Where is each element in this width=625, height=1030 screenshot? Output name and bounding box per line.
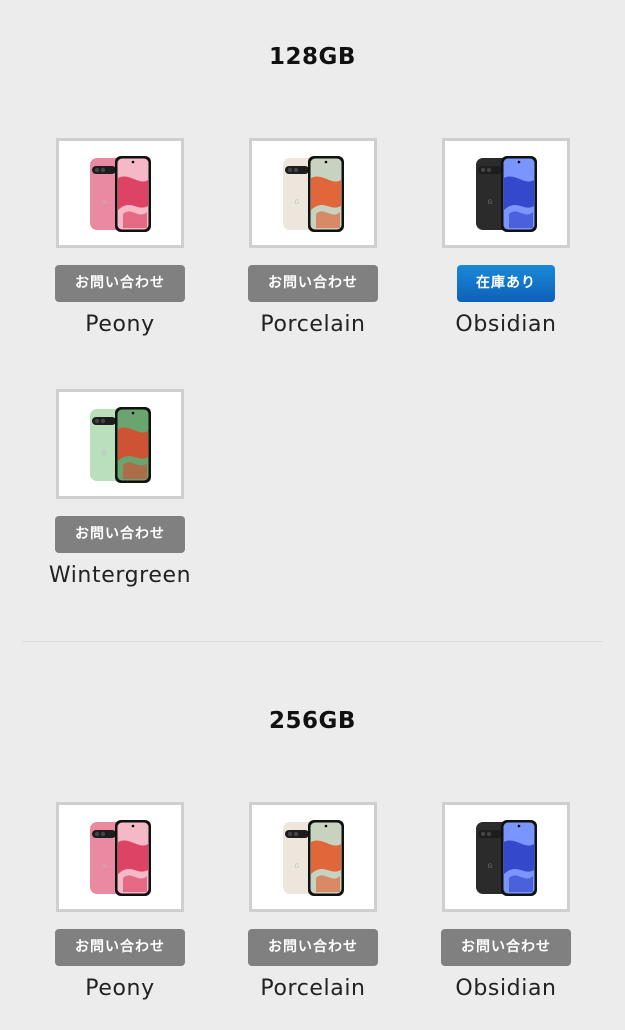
product-thumbnail[interactable]: G <box>56 389 184 499</box>
color-name: Peony <box>85 976 155 1001</box>
phone-image-icon: G <box>283 156 344 232</box>
product-thumbnail[interactable]: G <box>249 138 377 248</box>
svg-text:G: G <box>295 863 300 870</box>
in-stock-badge[interactable]: 在庫あり <box>457 265 555 302</box>
svg-text:G: G <box>102 863 107 870</box>
product-thumbnail[interactable]: G <box>442 138 570 248</box>
color-name: Peony <box>85 312 155 337</box>
status-badge[interactable]: お問い合わせ <box>248 265 378 302</box>
product-thumbnail[interactable]: G <box>56 802 184 912</box>
color-option-peony[interactable]: G お問い合わせ Peony <box>40 138 200 338</box>
phone-image-icon: G <box>476 156 537 232</box>
section-title: 128GB <box>269 44 356 70</box>
status-badge[interactable]: お問い合わせ <box>55 265 185 302</box>
product-thumbnail[interactable]: G <box>249 802 377 912</box>
product-thumbnail[interactable]: G <box>56 138 184 248</box>
product-thumbnail[interactable]: G <box>442 802 570 912</box>
color-name: Porcelain <box>260 976 366 1001</box>
phone-image-icon: G <box>90 820 151 896</box>
svg-text:G: G <box>295 199 300 206</box>
status-badge[interactable]: お問い合わせ <box>248 929 378 966</box>
svg-text:G: G <box>102 450 107 457</box>
color-option-porcelain[interactable]: G お問い合わせ Porcelain <box>233 802 393 1002</box>
color-option-wintergreen[interactable]: G お問い合わせ Wintergreen <box>40 389 200 589</box>
color-name: Obsidian <box>455 976 557 1001</box>
color-name: Obsidian <box>455 312 557 337</box>
color-option-obsidian[interactable]: G 在庫あり Obsidian <box>426 138 586 338</box>
svg-text:G: G <box>488 199 493 206</box>
phone-image-icon: G <box>90 156 151 232</box>
color-name: Wintergreen <box>48 563 192 588</box>
svg-text:G: G <box>488 863 493 870</box>
phone-image-icon: G <box>90 407 151 483</box>
color-option-porcelain[interactable]: G お問い合わせ Porcelain <box>233 138 393 338</box>
section-128gb: 128GB G お問い合わせ Peony G お問い合わせ Porcelain … <box>0 0 625 640</box>
status-badge[interactable]: お問い合わせ <box>55 516 185 553</box>
section-title: 256GB <box>269 708 356 734</box>
section-256gb: 256GB G お問い合わせ Peony G お問い合わせ Porcelain … <box>0 642 625 1030</box>
color-option-peony[interactable]: G お問い合わせ Peony <box>40 802 200 1002</box>
status-badge[interactable]: お問い合わせ <box>441 929 571 966</box>
phone-image-icon: G <box>476 820 537 896</box>
status-badge[interactable]: お問い合わせ <box>55 929 185 966</box>
svg-text:G: G <box>102 199 107 206</box>
color-option-obsidian[interactable]: G お問い合わせ Obsidian <box>426 802 586 1002</box>
phone-image-icon: G <box>283 820 344 896</box>
color-name: Porcelain <box>260 312 366 337</box>
